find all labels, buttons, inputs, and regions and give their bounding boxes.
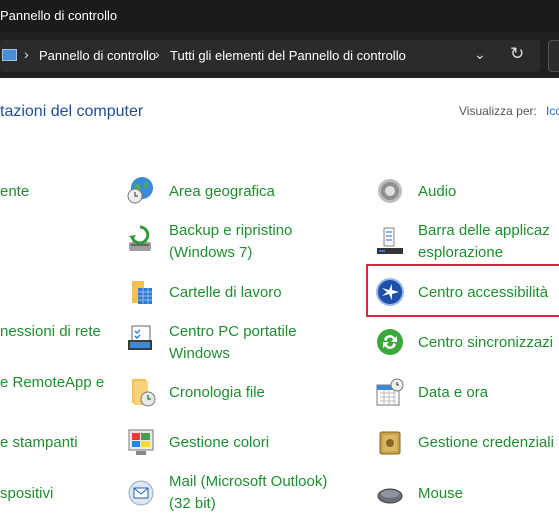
page-title: tazioni del computer	[0, 103, 144, 120]
item-gestione-colori[interactable]: Gestione colori	[169, 432, 269, 454]
address-bar[interactable]: › Pannello di controllo › Tutti gli elem…	[0, 40, 540, 72]
date-time-icon	[376, 378, 404, 406]
file-history-icon	[132, 379, 156, 407]
selection-highlight	[366, 264, 559, 317]
item-centro-sincronizzazione[interactable]: Centro sincronizzazi	[418, 332, 553, 354]
mail-icon	[128, 480, 154, 506]
credential-manager-icon	[379, 431, 401, 455]
item-cronologia-file[interactable]: Cronologia file	[169, 382, 265, 404]
taskbar-icon	[377, 227, 403, 254]
item-col1-1[interactable]: nessioni di rete	[0, 321, 101, 343]
view-by-dropdown[interactable]: Ico	[546, 104, 559, 118]
item-barra-line2[interactable]: esplorazione	[418, 242, 503, 264]
item-centro-pc-line2[interactable]: Windows	[169, 343, 230, 365]
item-data-e-ora[interactable]: Data e ora	[418, 382, 488, 404]
window-title: Pannello di controllo	[0, 8, 118, 23]
item-mail-line1[interactable]: Mail (Microsoft Outlook)	[169, 471, 327, 493]
address-bar-area: › Pannello di controllo › Tutti gli elem…	[0, 32, 559, 78]
mobility-center-icon	[128, 325, 152, 350]
mouse-icon	[377, 488, 403, 504]
search-box[interactable]	[548, 40, 559, 72]
item-col1-4[interactable]: spositivi	[0, 483, 53, 505]
item-col1-0[interactable]: ente	[0, 181, 29, 203]
color-management-icon	[128, 429, 154, 455]
item-barra-line1[interactable]: Barra delle applicaz	[418, 220, 550, 242]
globe-clock-icon	[127, 177, 153, 204]
control-panel-icon	[2, 49, 17, 61]
item-gestione-credenziali[interactable]: Gestione credenziali	[418, 432, 554, 454]
item-col1-2[interactable]: e RemoteApp e	[0, 372, 104, 394]
speaker-icon	[378, 179, 402, 203]
item-audio[interactable]: Audio	[418, 181, 456, 203]
sync-center-icon	[377, 329, 403, 355]
item-col1-3[interactable]: e stampanti	[0, 432, 78, 454]
item-mail-line2[interactable]: (32 bit)	[169, 493, 216, 515]
breadcrumb-all-items[interactable]: Tutti gli elementi del Pannello di contr…	[170, 48, 406, 63]
breadcrumb-separator: ›	[155, 46, 160, 62]
chevron-down-icon[interactable]: ⌄	[474, 46, 486, 63]
item-mouse[interactable]: Mouse	[418, 483, 463, 505]
refresh-icon[interactable]: ↻	[510, 44, 524, 64]
work-folders-icon	[132, 281, 152, 304]
item-backup-line2[interactable]: (Windows 7)	[169, 242, 252, 264]
backup-icon	[129, 225, 151, 251]
breadcrumb-separator: ›	[24, 46, 29, 62]
view-by-label: Visualizza per:	[459, 104, 537, 118]
item-centro-pc-line1[interactable]: Centro PC portatile	[169, 321, 297, 343]
item-backup-line1[interactable]: Backup e ripristino	[169, 220, 292, 242]
item-area-geografica[interactable]: Area geografica	[169, 181, 275, 203]
title-bar: Pannello di controllo	[0, 0, 559, 32]
breadcrumb-control-panel[interactable]: Pannello di controllo	[39, 48, 156, 63]
item-cartelle-di-lavoro[interactable]: Cartelle di lavoro	[169, 282, 282, 304]
